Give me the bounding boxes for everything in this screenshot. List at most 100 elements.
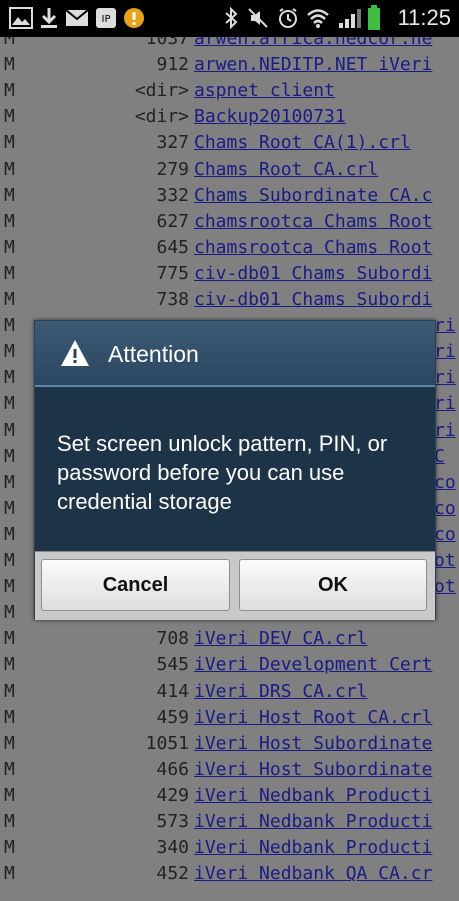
row-size: 340 bbox=[156, 837, 189, 859]
row-date-fragment: M bbox=[4, 37, 15, 49]
list-item: M 332 Chams Subordinate CA.c bbox=[0, 183, 459, 209]
list-item: M 1037 arwen.africa.nedcor.ne bbox=[0, 37, 459, 52]
list-item: M 627 chamsrootca Chams Root bbox=[0, 209, 459, 235]
file-link[interactable]: ri bbox=[434, 365, 456, 391]
row-date-fragment: M bbox=[4, 393, 15, 415]
row-date-fragment: M bbox=[4, 367, 15, 389]
row-date-fragment: M bbox=[4, 419, 15, 441]
file-link[interactable]: iVeri Nedbank QA CA.cr bbox=[194, 861, 432, 887]
list-item: M <dir> Backup20100731 bbox=[0, 104, 459, 130]
row-date-fragment: M bbox=[4, 863, 15, 885]
list-item: M 573 iVeri Nedbank Producti bbox=[0, 809, 459, 835]
row-date-fragment: M bbox=[4, 758, 15, 780]
file-link[interactable]: iVeri Nedbank Producti bbox=[194, 809, 432, 835]
attention-dialog: Attention Set screen unlock pattern, PIN… bbox=[34, 320, 436, 620]
list-item: M 327 Chams Root CA(1).crl bbox=[0, 130, 459, 156]
file-link[interactable]: arwen.NEDITP.NET iVeri bbox=[194, 52, 432, 78]
gallery-icon bbox=[8, 6, 34, 30]
list-item: M 466 iVeri Host Subordinate bbox=[0, 757, 459, 783]
file-link[interactable]: co bbox=[434, 470, 456, 496]
clock: 11:25 bbox=[397, 5, 451, 30]
file-link[interactable]: iVeri Host Root CA.crl bbox=[194, 705, 432, 731]
file-link[interactable]: iVeri Host Subordinate bbox=[194, 757, 432, 783]
list-item: M 459 iVeri Host Root CA.crl bbox=[0, 705, 459, 731]
file-link[interactable]: co bbox=[434, 522, 456, 548]
row-date-fragment: M bbox=[4, 706, 15, 728]
row-size: 452 bbox=[156, 863, 189, 885]
row-size: 708 bbox=[156, 628, 189, 650]
row-size: 1051 bbox=[145, 732, 189, 754]
row-size: <dir> bbox=[134, 106, 189, 128]
row-date-fragment: M bbox=[4, 445, 15, 467]
voicemail-icon: IP bbox=[94, 6, 118, 30]
file-link[interactable]: civ-db01 Chams Subordi bbox=[194, 287, 432, 313]
dialog-header: Attention bbox=[35, 321, 435, 387]
row-date-fragment: M bbox=[4, 837, 15, 859]
file-link[interactable]: iVeri DRS CA.crl bbox=[194, 679, 367, 705]
list-item: M 452 iVeri Nedbank QA CA.cr bbox=[0, 861, 459, 887]
ok-button[interactable]: OK bbox=[239, 559, 427, 611]
list-item: M 775 civ-db01 Chams Subordi bbox=[0, 261, 459, 287]
row-date-fragment: M bbox=[4, 576, 15, 598]
wifi-icon bbox=[305, 6, 331, 30]
cancel-button[interactable]: Cancel bbox=[41, 559, 230, 611]
list-item: M 708 iVeri DEV CA.crl bbox=[0, 626, 459, 652]
list-item: M <dir> aspnet client bbox=[0, 78, 459, 104]
row-date-fragment: M bbox=[4, 654, 15, 676]
file-link[interactable]: civ-db01 Chams Subordi bbox=[194, 261, 432, 287]
row-date-fragment: M bbox=[4, 132, 15, 154]
file-link[interactable]: ri bbox=[434, 418, 456, 444]
file-link[interactable]: ri bbox=[434, 339, 456, 365]
file-link[interactable]: Chams Subordinate CA.c bbox=[194, 183, 432, 209]
row-size: <dir> bbox=[134, 80, 189, 102]
row-date-fragment: M bbox=[4, 158, 15, 180]
file-link[interactable]: ri bbox=[434, 391, 456, 417]
row-date-fragment: M bbox=[4, 315, 15, 337]
file-link[interactable]: aspnet client bbox=[194, 78, 335, 104]
row-date-fragment: M bbox=[4, 184, 15, 206]
row-size: 414 bbox=[156, 680, 189, 702]
dialog-message: Set screen unlock pattern, PIN, or passw… bbox=[57, 431, 388, 514]
file-link[interactable]: iVeri Host Subordinate bbox=[194, 731, 432, 757]
file-link[interactable]: Chams Root CA.crl bbox=[194, 157, 378, 183]
file-link[interactable]: chamsrootca Chams Root bbox=[194, 209, 432, 235]
file-link[interactable]: ot bbox=[434, 548, 456, 574]
dialog-button-bar: Cancel OK bbox=[35, 551, 435, 620]
row-date-fragment: M bbox=[4, 341, 15, 363]
list-item: M 645 chamsrootca Chams Root bbox=[0, 235, 459, 261]
row-size: 459 bbox=[156, 706, 189, 728]
row-date-fragment: M bbox=[4, 680, 15, 702]
row-date-fragment: M bbox=[4, 550, 15, 571]
list-item: M 279 Chams Root CA.crl bbox=[0, 157, 459, 183]
row-date-fragment: M bbox=[4, 523, 15, 545]
file-link[interactable]: ri bbox=[434, 313, 456, 339]
signal-icon bbox=[336, 6, 364, 30]
file-link[interactable]: co bbox=[434, 496, 456, 522]
row-date-fragment: M bbox=[4, 262, 15, 284]
file-link[interactable]: iVeri Development Cert bbox=[194, 652, 432, 678]
row-date-fragment: M bbox=[4, 811, 15, 832]
notification-icon bbox=[122, 6, 146, 30]
file-link[interactable]: iVeri DEV CA.crl bbox=[194, 626, 367, 652]
row-size: 775 bbox=[156, 262, 189, 284]
row-size: 327 bbox=[156, 132, 189, 154]
row-date-fragment: M bbox=[4, 602, 15, 624]
bluetooth-icon bbox=[222, 6, 240, 30]
file-link[interactable]: Chams Root CA(1).crl bbox=[194, 130, 411, 156]
file-link[interactable]: chamsrootca Chams Root bbox=[194, 235, 432, 261]
row-date-fragment: M bbox=[4, 732, 15, 754]
email-icon bbox=[64, 6, 90, 30]
row-date-fragment: M bbox=[4, 289, 15, 310]
row-date-fragment: M bbox=[4, 784, 15, 806]
row-size: 738 bbox=[156, 289, 189, 310]
battery-icon bbox=[366, 5, 382, 30]
mute-icon bbox=[246, 6, 270, 30]
file-link[interactable]: iVeri Nedbank Producti bbox=[194, 835, 432, 861]
file-link[interactable]: ot bbox=[434, 574, 456, 600]
file-link[interactable]: iVeri Nedbank Producti bbox=[194, 783, 432, 809]
file-link[interactable]: arwen.africa.nedcor.ne bbox=[194, 37, 432, 52]
list-item: M 545 iVeri Development Cert bbox=[0, 652, 459, 678]
list-item: M 340 iVeri Nedbank Producti bbox=[0, 835, 459, 861]
row-size: 466 bbox=[156, 758, 189, 780]
file-link[interactable]: Backup20100731 bbox=[194, 104, 346, 130]
